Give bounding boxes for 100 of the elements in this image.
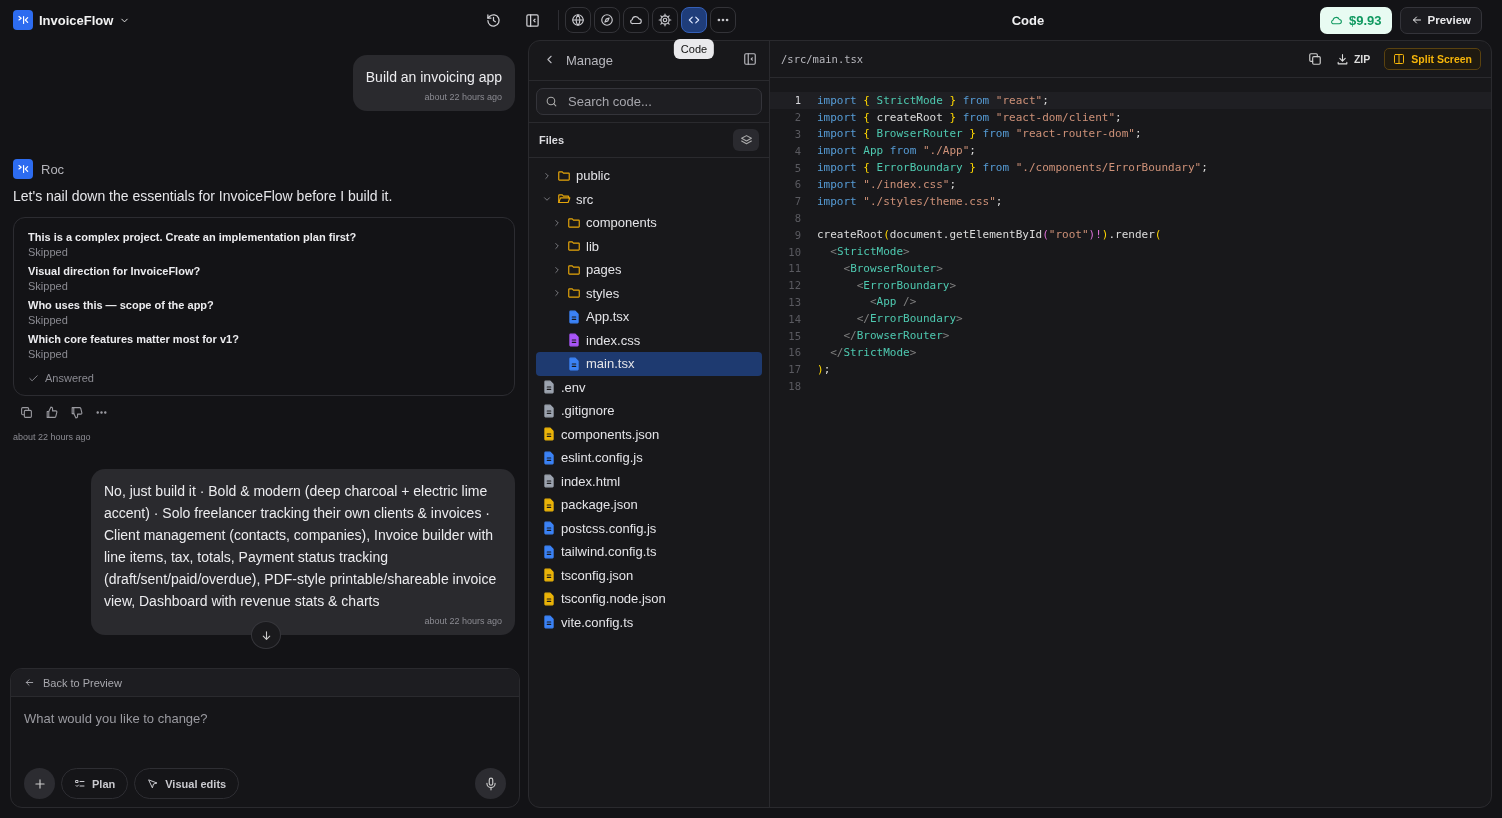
folder-icon [567, 262, 581, 277]
answer-text: Skipped [28, 348, 69, 360]
globe-button[interactable] [564, 7, 591, 33]
list-icon [74, 777, 86, 790]
message-input[interactable]: What would you like to change? [11, 697, 519, 768]
line-number: 2 [793, 111, 802, 124]
back-to-preview-link[interactable]: Back to Preview [11, 669, 519, 697]
file-item[interactable]: tailwind.config.ts [536, 540, 762, 564]
panel-title: Manage [566, 53, 614, 68]
answer-text: Skipped [28, 314, 69, 326]
scroll-down-button[interactable] [251, 621, 281, 649]
chevron-right-icon [542, 170, 552, 181]
section-label: Files [539, 134, 566, 146]
layers-button[interactable] [733, 129, 759, 151]
code-line: </BrowserRouter> [842, 329, 950, 343]
line-number: 9 [793, 228, 802, 241]
tooltip: Code [673, 39, 715, 59]
code-line: createRoot(document.getElementById("root")!).render( [817, 228, 1162, 242]
folder-icon [557, 168, 571, 183]
copy-button[interactable] [19, 406, 33, 420]
file-item[interactable]: eslint.config.js [536, 446, 762, 470]
question-text: This is a complex project. Create an implementation plan first? [28, 231, 358, 243]
line-number: 16 [787, 346, 802, 359]
folder-icon [567, 239, 581, 254]
code-line: ); [817, 362, 831, 376]
copy-icon [19, 406, 33, 419]
code-line: <App /> [868, 295, 917, 309]
folder-item[interactable]: components [536, 211, 762, 235]
question-text: Visual direction for InvoiceFlow? [28, 265, 202, 277]
timestamp: about 22 hours ago [424, 92, 502, 102]
folder-item[interactable]: lib [536, 234, 762, 258]
cloud-button[interactable] [622, 7, 649, 33]
settings-button[interactable] [651, 7, 678, 33]
folder-item[interactable]: public [536, 164, 762, 188]
folder-item[interactable]: styles [536, 281, 762, 305]
folder-icon [567, 286, 581, 301]
line-number: 11 [787, 262, 802, 275]
line-number: 13 [787, 295, 802, 308]
file-item[interactable]: index.css [536, 328, 762, 352]
thumbs-up-button[interactable] [44, 406, 58, 420]
code-line: <BrowserRouter> [842, 261, 943, 275]
file-item[interactable]: vite.config.ts [536, 610, 762, 634]
line-number: 7 [793, 195, 802, 208]
search-field[interactable]: Search code... [536, 88, 762, 115]
line-number: 15 [787, 329, 802, 342]
timestamp: about 22 hours ago [13, 432, 92, 442]
file-item[interactable]: .env [536, 375, 762, 399]
chevron-right-icon [552, 241, 562, 252]
copy-button[interactable] [1307, 52, 1322, 66]
layers-icon [739, 133, 753, 147]
question-text: Which core features matter most for v1? [28, 333, 240, 345]
pointer-icon [147, 777, 160, 790]
file-item[interactable]: components.json [536, 422, 762, 446]
message-text: No, just build it · Bold & modern (deep charcoal + electric lime accent) · Solo freelancer tracking their own clients & invoices · Client management (contacts, companies), Invoice builder with line items, tax, totals, Payment status tracking (draft/sent/paid/overdue), PDF-style printable/shareable invoice view, Dashboard with revenue stats & charts [104, 482, 498, 611]
split-screen-button[interactable]: Split Screen [1384, 48, 1481, 70]
code-icon [686, 13, 701, 27]
file-item[interactable]: .gitignore [536, 399, 762, 423]
plus-icon [32, 776, 47, 791]
globe-icon [570, 13, 585, 27]
composer-panel[interactable]: Back to Preview What would you like to change? Plan Visual edits [10, 668, 520, 808]
line-number: 12 [787, 279, 802, 292]
file-item[interactable]: main.tsx [536, 352, 762, 376]
code-line: import { StrictMode } from "react"; [817, 93, 1049, 107]
download-icon [1335, 52, 1349, 66]
microphone-button[interactable] [475, 768, 506, 799]
folder-item[interactable]: src [536, 187, 762, 211]
line-number: 3 [793, 128, 802, 140]
preview-button[interactable]: Preview [1399, 6, 1482, 34]
check-icon [28, 372, 39, 384]
file-item[interactable]: App.tsx [536, 305, 762, 329]
file-item[interactable]: tsconfig.node.json [536, 587, 762, 611]
line-number: 18 [787, 379, 802, 392]
code-button[interactable] [680, 7, 707, 33]
arrow-left-icon [1410, 14, 1423, 26]
thumbs-down-icon [69, 406, 83, 419]
folder-item[interactable]: pages [536, 258, 762, 282]
split-view-icon [1393, 53, 1406, 65]
compass-button[interactable] [593, 7, 620, 33]
search-icon [545, 95, 558, 108]
chevron-right-icon [552, 264, 562, 275]
code-line: import App from "./App"; [817, 144, 976, 158]
line-number: 1 [793, 94, 802, 107]
message-text: Let's nail down the essentials for InvoiceFlow before I build it. [13, 188, 394, 204]
line-number: 14 [787, 312, 802, 325]
file-item[interactable]: postcss.config.js [536, 516, 762, 540]
search-input[interactable]: Search code... [566, 93, 753, 110]
add-button[interactable] [24, 768, 55, 799]
question-text: Who uses this — scope of the app? [28, 299, 215, 311]
file-item[interactable]: index.html [536, 469, 762, 493]
code-line: </StrictMode> [829, 345, 917, 359]
thumbs-down-button[interactable] [69, 406, 83, 420]
timestamp: about 22 hours ago [424, 616, 502, 626]
project-name-button[interactable]: InvoiceFlow [39, 12, 131, 28]
zip-download-button[interactable]: ZIP [1335, 52, 1371, 66]
file-item[interactable]: package.json [536, 493, 762, 517]
copy-icon [1307, 52, 1322, 66]
file-item[interactable]: tsconfig.json [536, 563, 762, 587]
arrow-left-icon [24, 677, 35, 688]
line-number: 6 [793, 178, 802, 191]
line-number: 5 [793, 161, 802, 174]
